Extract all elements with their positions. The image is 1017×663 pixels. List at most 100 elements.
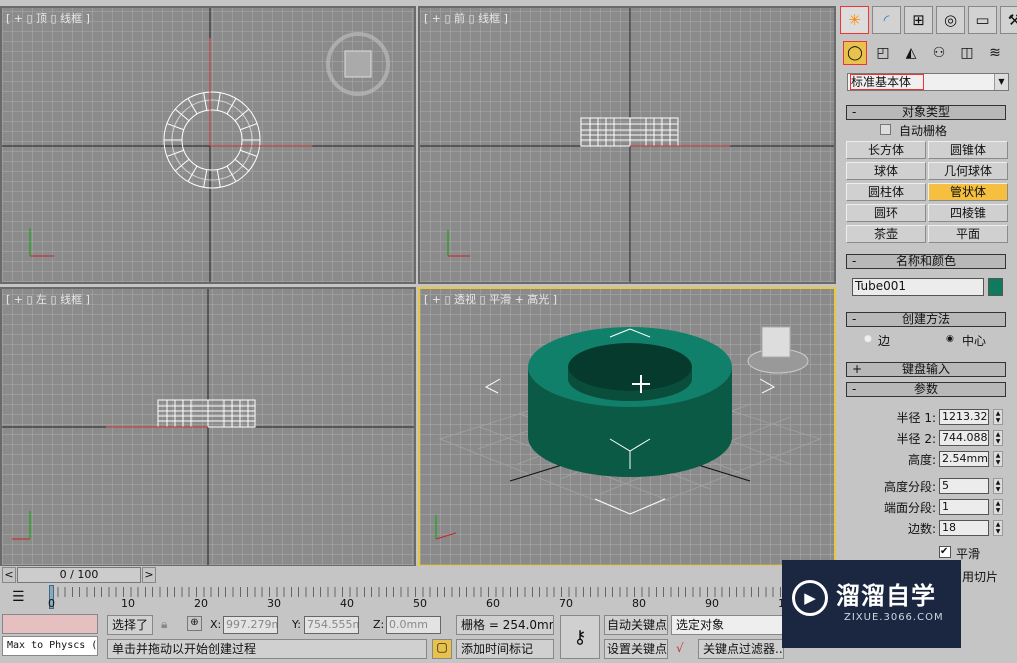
param-radius1-input[interactable]: 1213.32m: [939, 409, 989, 425]
object-type-button[interactable]: 圆环: [846, 204, 926, 222]
track-tick-label: 30: [267, 597, 281, 610]
viewport-left[interactable]: [ + ▯ 左 ▯ 线框 ]: [0, 287, 416, 567]
shapes-icon[interactable]: ◰: [872, 42, 894, 64]
create-tab-icon[interactable]: ✳: [840, 6, 869, 34]
rollout-title: 创建方法: [901, 312, 950, 326]
lights-icon[interactable]: ◭: [900, 42, 922, 64]
viewcube-icon: [761, 326, 791, 358]
script-listener-output[interactable]: Max to Physcs (: [2, 636, 98, 656]
set-key-button[interactable]: 设置关键点: [604, 639, 668, 659]
next-frame-button[interactable]: >: [142, 567, 156, 583]
object-type-button[interactable]: 几何球体: [928, 162, 1008, 180]
viewport-perspective[interactable]: [ + ▯ 透视 ▯ 平滑 + 高光 ]: [418, 287, 836, 567]
param-label: 高度分段:: [883, 480, 936, 494]
viewport-label[interactable]: [ + ▯ 前 ▯ 线框 ]: [424, 10, 508, 26]
spacewarps-icon[interactable]: ≋: [984, 42, 1006, 64]
smooth-checkbox[interactable]: ✔: [939, 546, 951, 558]
viewport-label[interactable]: [ + ▯ 顶 ▯ 线框 ]: [6, 10, 90, 26]
spinner-icon[interactable]: ▲ ▼: [993, 520, 1003, 536]
rollout-title: 名称和颜色: [895, 254, 956, 268]
radio-center-label: 中心: [962, 334, 987, 348]
z-label: Z:: [373, 618, 385, 631]
param-radius2-input[interactable]: 744.088m: [939, 430, 989, 446]
helpers-icon[interactable]: ◫: [956, 42, 978, 64]
spinner-icon[interactable]: ▲ ▼: [993, 451, 1003, 467]
spinner-icon[interactable]: ▲ ▼: [993, 499, 1003, 515]
watermark-url: ZIXUE.3066.COM: [844, 612, 944, 623]
param-sides-input[interactable]: 18: [939, 520, 989, 536]
rollout-object-type[interactable]: - 对象类型: [846, 105, 1006, 120]
add-time-tag-button[interactable]: 添加时间标记: [456, 639, 554, 659]
systems-icon[interactable]: ⚙: [1012, 42, 1017, 64]
front-view-scene: [420, 8, 834, 282]
param-height-input[interactable]: 2.54mm: [939, 451, 989, 467]
object-name-input[interactable]: Tube001: [852, 278, 984, 296]
lock-icon[interactable]: 🔒︎: [161, 617, 167, 632]
modify-tab-icon[interactable]: ◜: [872, 6, 901, 34]
object-type-button[interactable]: 平面: [928, 225, 1008, 243]
rollout-keyboard-entry[interactable]: + 键盘输入: [846, 362, 1006, 377]
param-label: 半径 2:: [896, 432, 937, 446]
radio-edge[interactable]: ●: [864, 334, 872, 344]
viewport-label[interactable]: [ + ▯ 左 ▯ 线框 ]: [6, 291, 90, 307]
display-tab-icon[interactable]: ▭: [968, 6, 997, 34]
spinner-icon[interactable]: ▲ ▼: [993, 430, 1003, 446]
param-cap-segs-input[interactable]: 1: [939, 499, 989, 515]
category-value: 标准基本体: [849, 74, 925, 90]
object-type-button[interactable]: 茶壶: [846, 225, 926, 243]
param-height-segs-input[interactable]: 5: [939, 478, 989, 494]
hierarchy-tab-icon[interactable]: ⊞: [904, 6, 933, 34]
x-coordinate-input[interactable]: 997.279mm: [223, 616, 278, 634]
object-type-button[interactable]: 管状体: [928, 183, 1008, 201]
track-tick-label: 0: [48, 597, 55, 610]
key-filters-button[interactable]: 关键点过滤器...: [698, 639, 784, 659]
maxscript-mini-listener[interactable]: [2, 614, 98, 634]
object-type-button[interactable]: 长方体: [846, 141, 926, 159]
z-coordinate-input[interactable]: 0.0mm: [386, 616, 441, 634]
slice-label: 用切片: [962, 570, 999, 584]
auto-key-button[interactable]: 自动关键点: [604, 615, 668, 635]
track-tick-label: 70: [559, 597, 573, 610]
object-type-button[interactable]: 圆柱体: [846, 183, 926, 201]
track-tick-label: 10: [121, 597, 135, 610]
object-type-button[interactable]: 四棱锥: [928, 204, 1008, 222]
prev-frame-button[interactable]: <: [2, 567, 16, 583]
viewport-label[interactable]: [ + ▯ 透视 ▯ 平滑 + 高光 ]: [424, 291, 557, 307]
y-label: Y:: [292, 618, 301, 631]
object-type-button[interactable]: 圆锥体: [928, 141, 1008, 159]
object-type-button[interactable]: 球体: [846, 162, 926, 180]
chevron-down-icon[interactable]: ▼: [994, 74, 1008, 90]
track-bar[interactable]: ☰ 0102030405060708090100: [0, 585, 799, 611]
rollout-name-color[interactable]: - 名称和颜色: [846, 254, 1006, 269]
time-slider[interactable]: 0 / 100: [17, 567, 141, 583]
motion-tab-icon[interactable]: ◎: [936, 6, 965, 34]
geometry-icon[interactable]: ◯: [843, 41, 867, 65]
key-tangent-icon[interactable]: √: [676, 641, 684, 655]
command-panel: ✳ ◜ ⊞ ◎ ▭ ⚒ ◯ ◰ ◭ ⚇ ◫ ≋ ⚙ 标准基本体 ▼ -对象类型 …: [838, 0, 1017, 612]
watermark-title: 溜溜自学: [836, 582, 936, 610]
rollout-parameters[interactable]: - 参数: [846, 382, 1006, 397]
category-dropdown[interactable]: 标准基本体 ▼: [847, 73, 1009, 91]
viewport-front[interactable]: [ + ▯ 前 ▯ 线框 ]: [418, 6, 836, 284]
x-label: X:: [210, 618, 222, 631]
utilities-tab-icon[interactable]: ⚒: [1000, 6, 1017, 34]
object-color-swatch[interactable]: [988, 278, 1003, 296]
param-label: 端面分段:: [883, 501, 936, 515]
radio-center[interactable]: ◉: [946, 334, 954, 344]
spinner-icon[interactable]: ▲ ▼: [993, 478, 1003, 494]
key-mode-dropdown[interactable]: 选定对象: [671, 615, 783, 635]
track-tick-label: 20: [194, 597, 208, 610]
grid-size-label: 栅格 = 254.0mm: [456, 615, 554, 635]
selection-filter-icon[interactable]: ▢: [432, 639, 452, 659]
set-key-icon[interactable]: ⚷: [560, 615, 600, 659]
auto-grid-checkbox[interactable]: [880, 124, 891, 135]
rollout-title: 对象类型: [901, 105, 950, 119]
rollout-creation-method[interactable]: - 创建方法: [846, 312, 1006, 327]
cameras-icon[interactable]: ⚇: [928, 42, 950, 64]
absolute-mode-icon[interactable]: ⊕: [187, 616, 202, 631]
curve-editor-icon[interactable]: ☰: [12, 589, 25, 605]
spinner-icon[interactable]: ▲ ▼: [993, 409, 1003, 425]
viewcube-face: [344, 50, 372, 78]
viewport-top[interactable]: [ + ▯ 顶 ▯ 线框 ]: [0, 6, 416, 284]
y-coordinate-input[interactable]: 754.555mm: [304, 616, 359, 634]
